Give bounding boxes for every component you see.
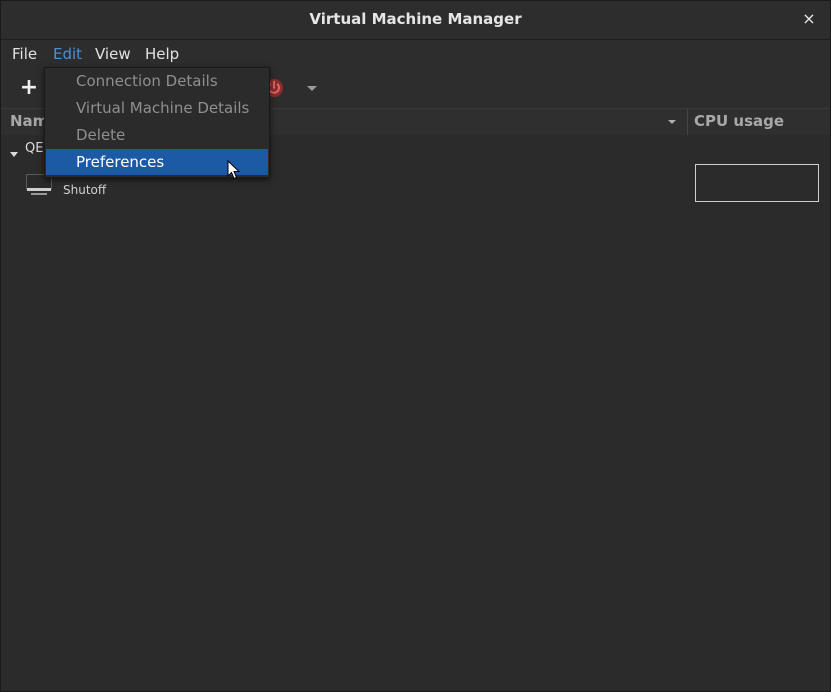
chevron-down-icon [668,120,676,124]
menu-item-delete[interactable]: Delete [46,122,268,148]
app-window: Virtual Machine Manager × File Edit View… [0,0,831,692]
connection-group-label[interactable]: QE [25,141,43,156]
triangle-down-icon [10,152,18,157]
column-name[interactable]: Nam [10,112,48,130]
vm-list[interactable]: QE win10-vm Shutoff [1,135,830,691]
close-button[interactable]: × [800,9,818,29]
menu-item-connection-details[interactable]: Connection Details [46,68,268,94]
menu-bar: File Edit View Help [1,40,830,68]
vm-status: Shutoff [63,183,107,197]
group-expander[interactable] [9,145,19,157]
column-separator[interactable] [687,109,688,135]
mouse-cursor-icon [227,159,241,180]
menu-file[interactable]: File [12,44,37,64]
shutdown-options-button[interactable] [304,80,320,96]
column-cpu-usage[interactable]: CPU usage [694,112,784,130]
chevron-down-icon [307,86,317,91]
menu-help[interactable]: Help [145,44,179,64]
plus-icon: + [19,75,39,100]
cpu-usage-graph [695,164,819,202]
menu-edit[interactable]: Edit [53,44,82,64]
window-title: Virtual Machine Manager [309,10,522,28]
title-bar[interactable]: Virtual Machine Manager × [1,1,830,40]
menu-view[interactable]: View [95,44,131,64]
column-options-button[interactable] [665,114,679,128]
new-vm-button[interactable]: + [18,77,40,99]
menu-item-vm-details[interactable]: Virtual Machine Details [46,95,268,121]
